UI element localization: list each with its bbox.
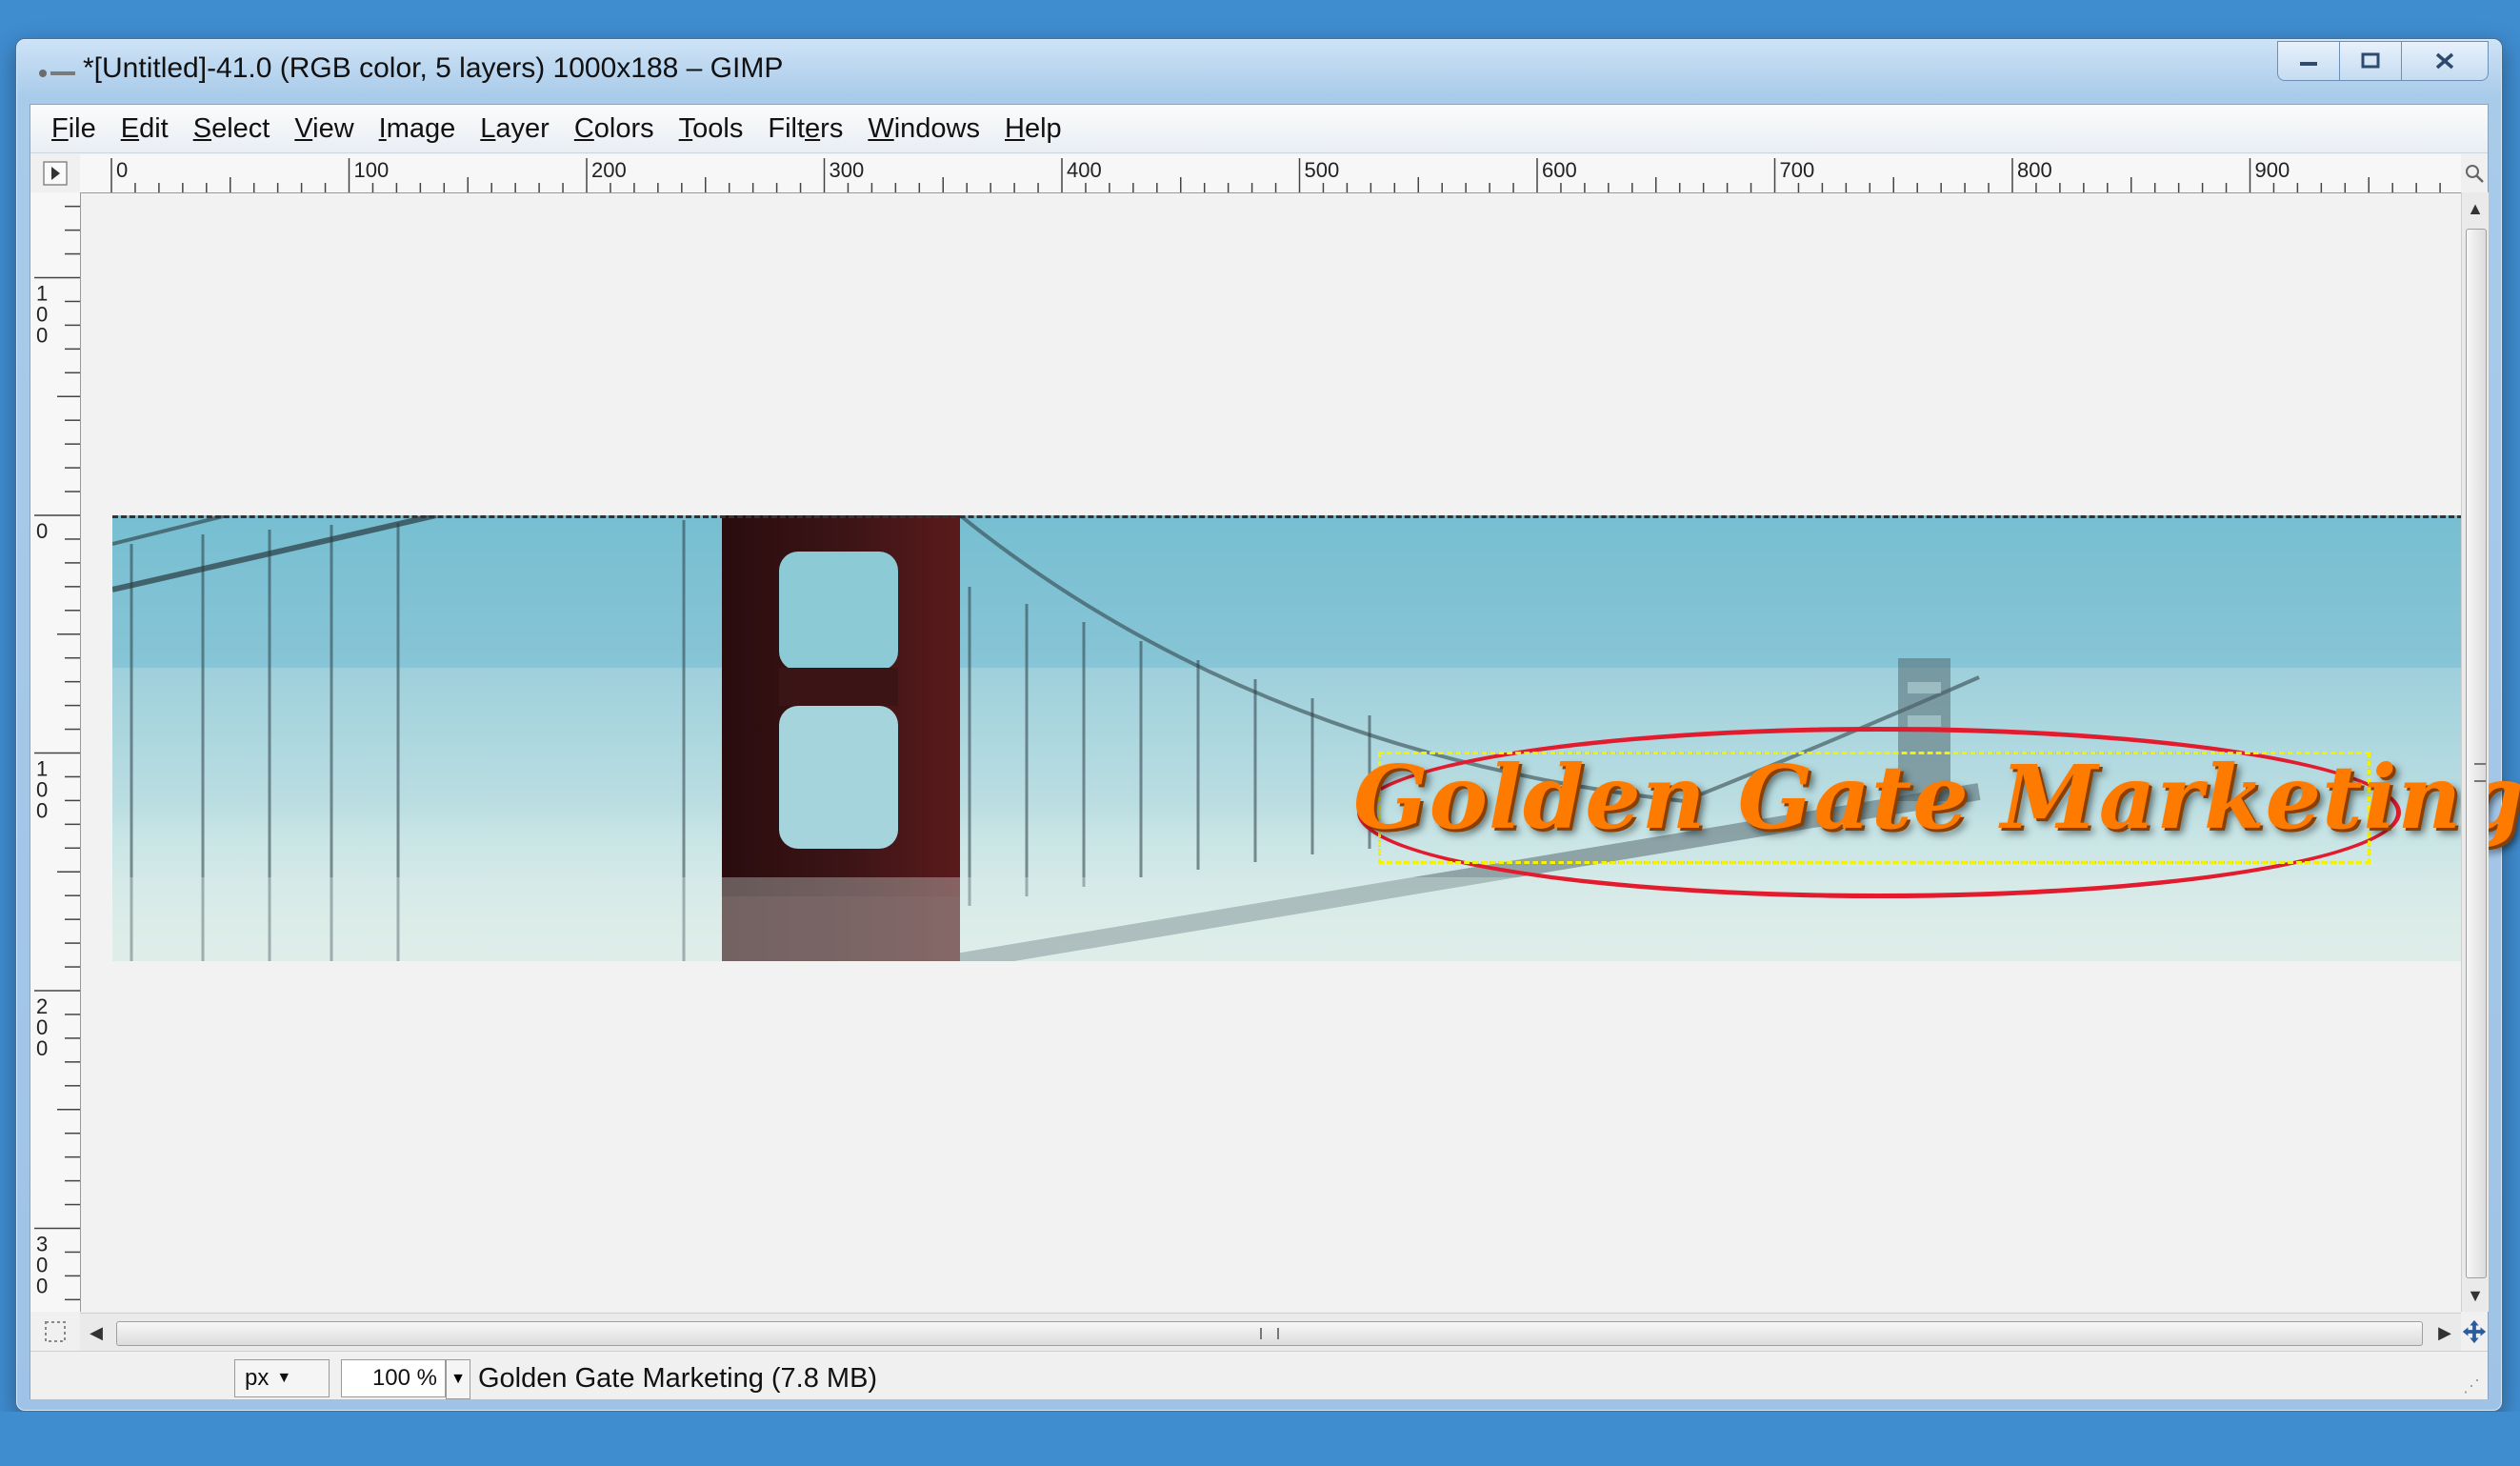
dotted-selection-icon: [45, 1321, 66, 1342]
menu-windows[interactable]: Windows: [868, 113, 980, 145]
ruler-label: 500: [1305, 158, 1340, 182]
scroll-left-arrow-icon[interactable]: ◀: [82, 1314, 110, 1352]
ruler-label: 0: [116, 158, 128, 182]
horizontal-scroll-thumb[interactable]: [116, 1321, 2423, 1346]
menu-view[interactable]: View: [294, 113, 353, 145]
maximize-icon: [2361, 52, 2380, 69]
desktop-background: [0, 0, 2520, 10]
close-icon: [2435, 52, 2454, 70]
grip-icon: [1260, 1328, 1279, 1339]
image-canvas[interactable]: Golden Gate Marketing: [81, 193, 2520, 1311]
desktop-bottom: [0, 1412, 2520, 1466]
window-controls: [2277, 41, 2489, 81]
menu-tools[interactable]: Tools: [679, 113, 744, 145]
zoom-image-button[interactable]: [2461, 154, 2488, 192]
menu-layer[interactable]: Layer: [480, 113, 550, 145]
ruler-label: 100: [354, 158, 390, 182]
ruler-label: 300: [36, 1233, 48, 1298]
svg-text:0: 0: [36, 1275, 48, 1298]
svg-text:0: 0: [36, 1036, 48, 1060]
zoom-value: 100 %: [371, 1365, 437, 1391]
layer-boundary-dashes: [112, 515, 2489, 518]
gimp-image-window: *[Untitled]-41.0 (RGB color, 5 layers) 1…: [15, 38, 2520, 1412]
triangle-right-icon: [43, 161, 68, 186]
resize-grip-icon[interactable]: ⋰: [2463, 1376, 2482, 1396]
menu-filters[interactable]: Filters: [768, 113, 843, 145]
horizontal-scrollbar[interactable]: ◀ ▶: [80, 1313, 2461, 1352]
menu-colors[interactable]: Colors: [574, 113, 654, 145]
ruler-label: 300: [830, 158, 865, 182]
grip-icon: [2474, 763, 2486, 782]
svg-text:0: 0: [36, 799, 48, 823]
ruler-label: 900: [2255, 158, 2290, 182]
horizontal-ruler[interactable]: 0 100 200 300 400 500 600 700 800 900: [80, 154, 2461, 193]
svg-text:0: 0: [36, 519, 48, 543]
minimize-button[interactable]: [2277, 41, 2340, 81]
window-title: *[Untitled]-41.0 (RGB color, 5 layers) 1…: [83, 52, 784, 84]
minimize-icon: [2300, 62, 2317, 66]
quick-mask-menu-button[interactable]: [30, 154, 80, 192]
dropdown-arrow-icon: ▼: [276, 1370, 292, 1386]
gimp-app-icon: [39, 70, 75, 77]
ruler-label: 200: [591, 158, 627, 182]
ruler-label: 700: [1780, 158, 1815, 182]
ruler-label: 600: [1542, 158, 1577, 182]
ruler-label: 100: [36, 282, 48, 348]
vertical-scrollbar[interactable]: ▲ ▼: [2461, 192, 2489, 1312]
scroll-right-arrow-icon[interactable]: ▶: [2430, 1314, 2459, 1352]
menu-bar: File Edit Select View Image Layer Colors…: [30, 105, 2488, 153]
close-button[interactable]: [2401, 41, 2489, 81]
ruler-label: 100: [36, 757, 48, 823]
ruler-label: 800: [2017, 158, 2052, 182]
magnifier-icon: [2466, 165, 2484, 183]
zoom-level-field[interactable]: 100 %: [341, 1359, 446, 1397]
menu-help[interactable]: Help: [1005, 113, 1062, 145]
ruler-label: 0: [36, 519, 48, 543]
navigate-button[interactable]: [2461, 1313, 2488, 1351]
title-bar[interactable]: *[Untitled]-41.0 (RGB color, 5 layers) 1…: [16, 39, 2502, 102]
four-way-arrow-icon: [2462, 1319, 2487, 1344]
svg-text:0: 0: [36, 324, 48, 348]
zoom-dropdown-button[interactable]: ▼: [446, 1359, 470, 1399]
unit-value: px: [245, 1365, 270, 1391]
ruler-label: 200: [36, 994, 48, 1060]
banner-title-text[interactable]: Golden Gate Marketing: [1353, 746, 2520, 849]
menu-file[interactable]: File: [51, 113, 96, 145]
menu-select[interactable]: Select: [193, 113, 270, 145]
menu-image[interactable]: Image: [379, 113, 456, 145]
vertical-ruler[interactable]: 1000100200300: [30, 192, 81, 1312]
scroll-up-arrow-icon[interactable]: ▲: [2462, 194, 2489, 223]
status-message: Golden Gate Marketing (7.8 MB): [478, 1363, 878, 1394]
dropdown-arrow-icon: ▼: [450, 1371, 466, 1387]
unit-selector[interactable]: px ▼: [234, 1359, 330, 1397]
toggle-selection-button[interactable]: [30, 1313, 80, 1351]
scroll-down-arrow-icon[interactable]: ▼: [2462, 1281, 2489, 1310]
menu-edit[interactable]: Edit: [121, 113, 169, 145]
maximize-button[interactable]: [2339, 41, 2402, 81]
ruler-label: 400: [1067, 158, 1102, 182]
vertical-scroll-thumb[interactable]: [2466, 229, 2487, 1278]
status-bar: px ▼ 100 % ▼ Golden Gate Marketing (7.8 …: [30, 1351, 2488, 1399]
image-window-client: File Edit Select View Image Layer Colors…: [30, 104, 2520, 1399]
